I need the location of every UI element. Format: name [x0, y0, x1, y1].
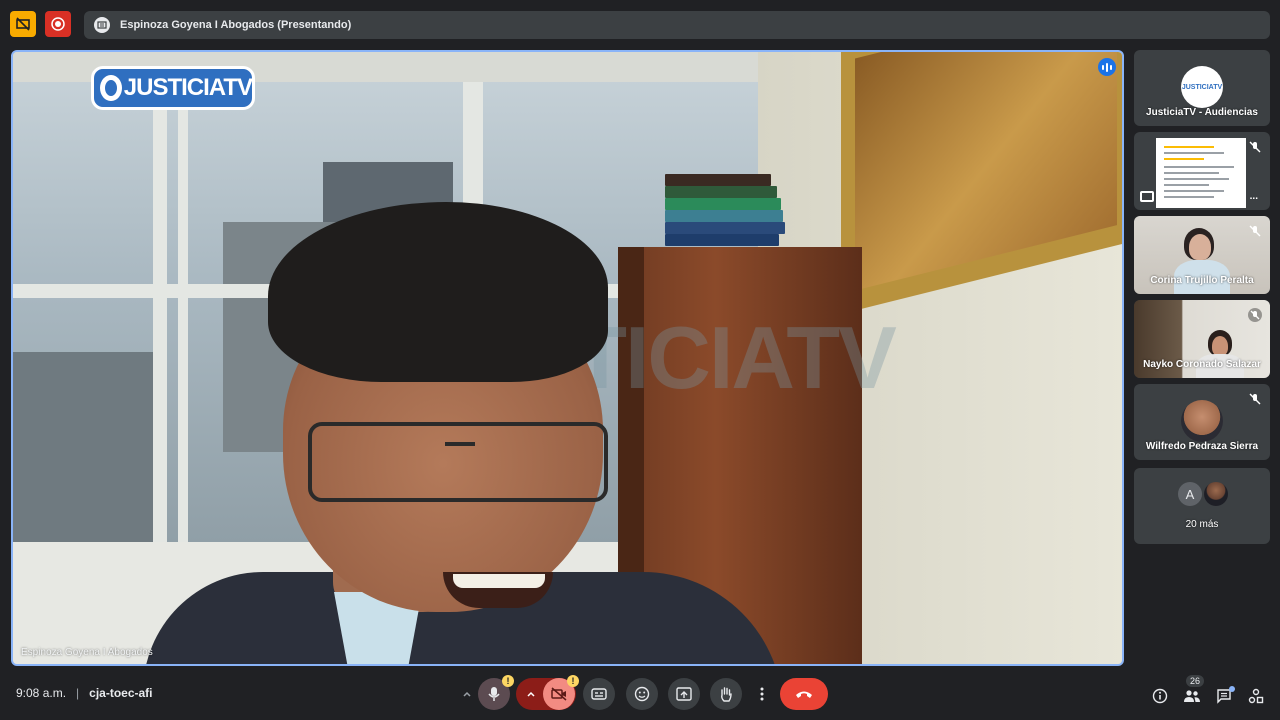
participant-avatar	[1181, 400, 1223, 442]
captions-icon	[591, 688, 607, 700]
camera-off-icon	[551, 687, 567, 701]
unread-indicator	[1229, 686, 1235, 692]
participant-name: Wilfredo Pedraza Sierra	[1145, 441, 1259, 452]
mic-off-icon	[1249, 393, 1261, 405]
people-icon	[1184, 690, 1200, 702]
main-participant-name: Espinoza Goyena I Abogados	[21, 647, 153, 658]
participant-name: JusticiaTV - Audiencias	[1146, 107, 1258, 118]
more-vert-icon	[760, 687, 764, 701]
more-options-button[interactable]	[752, 678, 772, 710]
microphone-button[interactable]: !	[478, 675, 514, 710]
info-icon	[1152, 688, 1168, 704]
presentation-off-icon	[16, 17, 30, 31]
activities-button[interactable]	[1244, 684, 1268, 708]
warning-icon: !	[567, 675, 579, 687]
presenting-icon	[1140, 191, 1154, 202]
participant-avatar: A	[1178, 482, 1202, 506]
emoji-icon	[634, 686, 650, 702]
current-time: 9:08 a.m.	[16, 686, 67, 700]
participant-tile-nayko[interactable]: Nayko Coronado Salazar	[1134, 300, 1270, 378]
shared-document-preview	[1156, 138, 1246, 208]
present-screen-icon	[94, 17, 110, 33]
participant-tile-justiciatv[interactable]: JUSTICIATV JusticiaTV - Audiencias	[1134, 50, 1270, 126]
mic-off-icon	[1249, 141, 1261, 153]
more-indicator: ...	[1249, 191, 1258, 202]
meeting-details-button[interactable]	[1148, 684, 1172, 708]
present-to-all-icon	[676, 687, 692, 701]
microphone-icon	[488, 687, 500, 701]
presentation-off-button[interactable]	[10, 11, 36, 37]
speaker-glasses	[308, 422, 608, 502]
bottom-bar: 9:08 a.m. | cja-toec-afi ! ! 26	[0, 672, 1280, 720]
presenting-title: Espinoza Goyena I Abogados (Presentando)	[120, 19, 352, 31]
captions-button[interactable]	[583, 678, 615, 710]
participant-name: Corina Trujillo Peralta	[1150, 275, 1254, 286]
voice-activity-icon	[1098, 58, 1116, 76]
participant-tile-corina[interactable]: Corina Trujillo Peralta	[1134, 216, 1270, 294]
presenting-banner[interactable]: Espinoza Goyena I Abogados (Presentando)	[84, 11, 1270, 39]
mic-off-icon	[1249, 225, 1261, 237]
participant-tile-wilfredo[interactable]: Wilfredo Pedraza Sierra	[1134, 384, 1270, 460]
call-end-icon	[796, 691, 812, 698]
video-feed: JUSTICIATV	[13, 52, 1122, 664]
more-participants-label: 20 más	[1185, 519, 1219, 530]
camera-button[interactable]: !	[543, 675, 579, 710]
more-audio-options-button[interactable]	[456, 678, 478, 710]
leave-call-button[interactable]	[780, 678, 828, 710]
top-bar: Espinoza Goyena I Abogados (Presentando)	[0, 0, 1280, 48]
record-icon	[51, 17, 65, 31]
participant-tile-presentation[interactable]: ...	[1134, 132, 1270, 210]
raise-hand-button[interactable]	[710, 678, 742, 710]
present-now-button[interactable]	[668, 678, 700, 710]
people-button[interactable]: 26	[1180, 675, 1205, 708]
justiciatv-logo: JUSTICIATV	[91, 66, 255, 110]
meeting-code[interactable]: cja-toec-afi	[89, 686, 152, 700]
recording-button[interactable]	[45, 11, 71, 37]
justiciatv-avatar: JUSTICIATV	[1181, 66, 1223, 108]
participant-avatar	[1204, 482, 1228, 506]
reactions-button[interactable]	[626, 678, 658, 710]
main-video-tile[interactable]: JUSTICIATV JUSTICIATV Espinoza Goyena I …	[11, 50, 1124, 666]
participant-name: Nayko Coronado Salazar	[1143, 359, 1261, 370]
meeting-info: 9:08 a.m. | cja-toec-afi	[16, 686, 153, 700]
participant-tile-more[interactable]: A 20 más	[1134, 468, 1270, 544]
chevron-up-icon	[527, 691, 535, 697]
mic-off-icon	[1248, 308, 1262, 322]
hand-icon	[721, 687, 732, 702]
warning-icon: !	[502, 675, 514, 687]
activities-icon	[1248, 688, 1264, 704]
chevron-up-icon	[463, 691, 471, 697]
chat-button[interactable]	[1212, 684, 1236, 708]
participant-count-badge: 26	[1186, 675, 1205, 687]
